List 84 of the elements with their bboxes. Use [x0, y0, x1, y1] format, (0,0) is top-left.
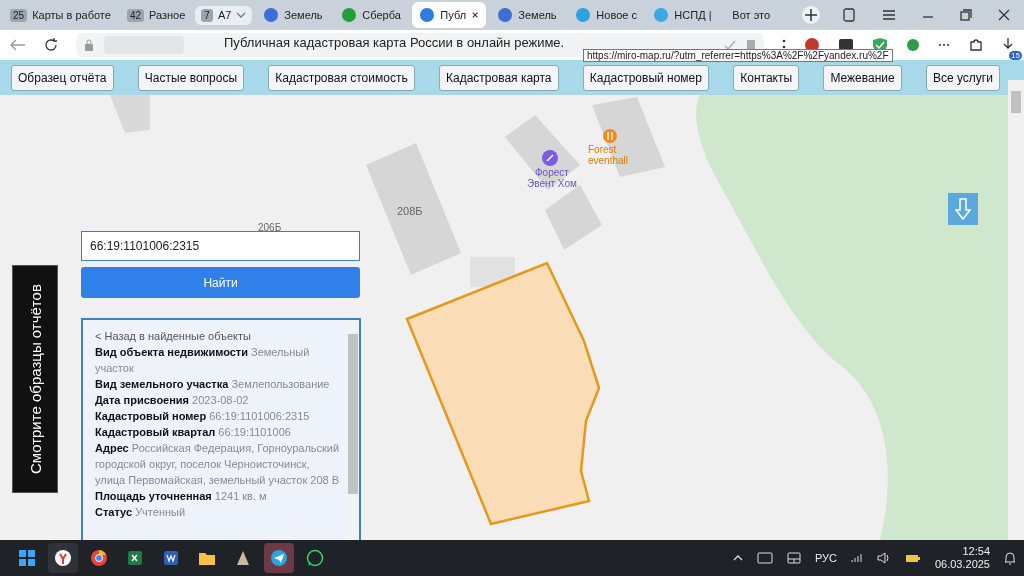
browser-tab[interactable]: Вот это: [724, 2, 799, 28]
building-number: 208Б: [397, 205, 423, 217]
place-label: Форест Эвент Хом: [527, 167, 577, 189]
tab-label: НСПД |: [674, 9, 712, 21]
scrollbar[interactable]: [347, 320, 359, 540]
nav-button[interactable]: Контакты: [733, 64, 800, 91]
chevron-down-icon: [236, 12, 247, 18]
tab-group[interactable]: 42 Разное: [120, 5, 192, 25]
info-field: Площадь уточненная 1241 кв. м: [95, 488, 341, 504]
info-field: Вид объекта недвижимости Земельный участок: [95, 344, 341, 376]
clock-time[interactable]: 12:54: [962, 545, 990, 558]
browser-tab[interactable]: Земель: [256, 2, 331, 28]
plus-icon: [805, 9, 818, 21]
app-icon[interactable]: [234, 549, 252, 567]
reports-button[interactable]: Смотрите образцы отчётов: [12, 265, 58, 493]
lock-icon: [84, 39, 94, 51]
tab-group[interactable]: 25 Карты в работе: [4, 5, 117, 25]
nav-button[interactable]: Кадастровый номер: [582, 64, 709, 91]
tab-count: 42: [126, 8, 144, 22]
nav-button[interactable]: Межевание: [823, 64, 902, 91]
touchpad-icon[interactable]: [786, 552, 801, 564]
new-tab-button[interactable]: [802, 6, 821, 24]
close-icon[interactable]: [998, 9, 1010, 21]
menu-icon[interactable]: [882, 9, 896, 21]
info-field: Статус Учтенный: [95, 504, 341, 520]
browser-tab[interactable]: Земель: [490, 2, 565, 28]
reload-icon[interactable]: [44, 38, 58, 52]
paper-plane-icon[interactable]: [270, 549, 288, 567]
link-tooltip: https://miro-map.ru/?utm_referrer=https%3A%2F%2Fyandex.ru%2F: [583, 49, 893, 62]
building-number: 206Б: [258, 222, 282, 233]
nav-button[interactable]: Кадастровая стоимость: [268, 64, 415, 91]
tab-label: Вот это: [732, 9, 771, 21]
tab-group-label: Разное: [149, 9, 186, 21]
spreadsheet-icon[interactable]: [126, 549, 144, 567]
signal-icon[interactable]: [850, 553, 863, 563]
info-field: Адрес Российская Федерация, Горноуральский городской округ, поселок Черноисточинск, улица Первомайская, земельный участок 208 В: [95, 440, 341, 488]
document-icon[interactable]: [162, 549, 180, 567]
tab-count: 7: [201, 8, 213, 22]
browser-tab[interactable]: НСПД |: [646, 2, 721, 28]
place-label: Forest eventhall: [588, 144, 629, 166]
browser-tab[interactable]: Публ: [412, 2, 487, 28]
nav-button[interactable]: Все услуги: [926, 64, 1000, 91]
down-arrow-icon: [955, 198, 971, 220]
tab-group-label: Карты в работе: [32, 9, 111, 21]
restore-icon[interactable]: [960, 9, 972, 21]
back-arrow-icon[interactable]: [10, 39, 26, 51]
bookmarks-icon[interactable]: [842, 8, 856, 22]
info-field: Кадастровый номер 66:19:1101006:2315: [95, 408, 341, 424]
tab-group[interactable]: 7 А7: [195, 5, 253, 25]
bell-icon[interactable]: [1004, 551, 1016, 565]
info-field: Кадастровый квартал 66:19:1101006: [95, 424, 341, 440]
clock-date[interactable]: 06.03.2025: [934, 558, 990, 571]
browser-icon[interactable]: [54, 549, 72, 567]
info-field: Вид земельного участка Землепользование: [95, 376, 341, 392]
nav-button[interactable]: Кадастровая карта: [438, 64, 559, 91]
page-title: Публичная кадастровая карта России в онлайн режиме.: [224, 34, 565, 50]
browser-tab[interactable]: Сберба: [334, 2, 409, 28]
info-field: Дата присвоения 2023-08-02: [95, 392, 341, 408]
cadastral-number-field[interactable]: 66:19:1101006:2315: [81, 231, 360, 261]
back-link[interactable]: < Назад в найденные объекты: [95, 328, 341, 344]
nav-button[interactable]: Частые вопросы: [137, 64, 245, 91]
speaker-icon[interactable]: [876, 552, 891, 564]
language-indicator[interactable]: РУС: [814, 552, 837, 564]
nav-button[interactable]: Образец отчёта: [11, 64, 114, 91]
tab-label: Новое с: [596, 9, 637, 21]
browser-tab[interactable]: Новое с: [568, 2, 643, 28]
vertical-dots-icon[interactable]: [782, 39, 786, 51]
more-icon[interactable]: [938, 43, 950, 47]
tab-label: Сберба: [362, 9, 401, 21]
browser-icon[interactable]: [90, 549, 108, 567]
tab-count: 25: [10, 8, 28, 22]
chevron-up-icon[interactable]: [732, 555, 743, 561]
keyboard-icon[interactable]: [756, 552, 773, 564]
tab-label: Земель: [284, 9, 323, 21]
tab-label: Публ: [440, 9, 467, 21]
start-icon[interactable]: [18, 549, 36, 567]
close-icon[interactable]: [472, 11, 479, 19]
tab-group-label: А7: [217, 9, 232, 21]
download-count-badge: 15: [1009, 51, 1022, 60]
chat-icon[interactable]: [306, 549, 324, 567]
tab-label: Земель: [518, 9, 557, 21]
find-button[interactable]: Найти: [81, 267, 360, 298]
battery-icon[interactable]: [904, 553, 921, 563]
bookmark-icon[interactable]: [746, 39, 756, 51]
